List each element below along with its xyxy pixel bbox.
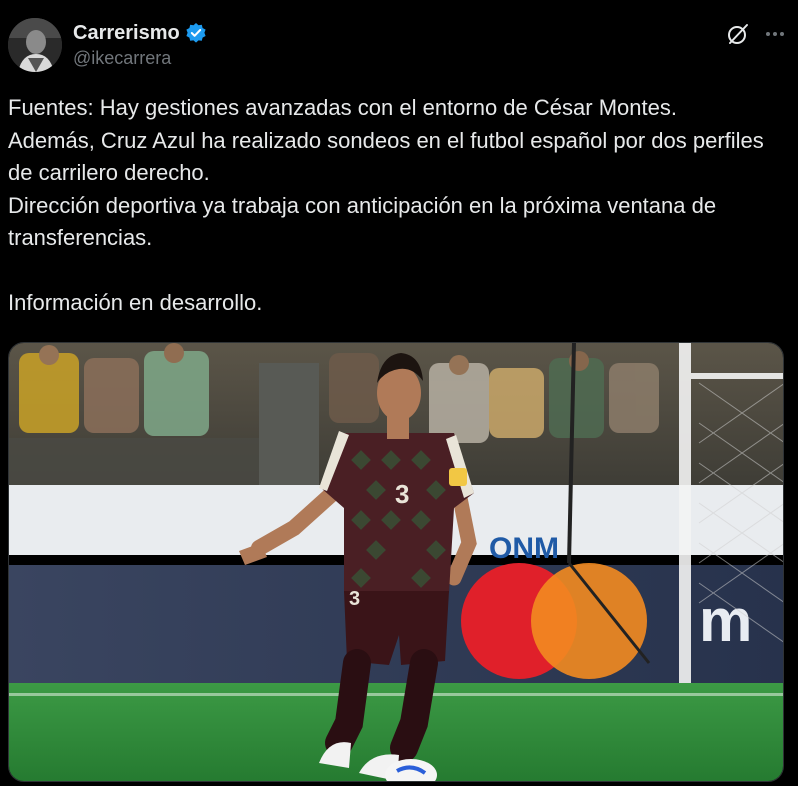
player-photo: ONM m 3 3 <box>9 343 783 781</box>
svg-text:3: 3 <box>349 588 360 610</box>
more-options-icon[interactable] <box>764 23 786 50</box>
avatar-photo <box>8 18 62 72</box>
author-name-row: Carrerismo <box>73 20 207 46</box>
author-display-name[interactable]: Carrerismo <box>73 22 180 45</box>
author-avatar[interactable] <box>8 18 62 72</box>
grok-icon[interactable] <box>726 22 750 51</box>
author-block: Carrerismo @ikecarrera <box>73 20 207 69</box>
tweet-photo[interactable]: ONM m 3 3 <box>8 342 784 782</box>
board-text: ONM <box>489 532 559 565</box>
jersey-number: 3 <box>395 479 409 509</box>
tweet-text: Fuentes: Hay gestiones avanzadas con el … <box>8 95 764 315</box>
tweet-card: Carrerismo @ikecarrera Fuentes: Hay gest… <box>0 0 798 786</box>
tweet-actions <box>726 22 786 51</box>
verified-badge-icon <box>185 22 207 44</box>
mastercard-orange-circle <box>531 563 647 679</box>
author-handle[interactable]: @ikecarrera <box>73 48 207 69</box>
